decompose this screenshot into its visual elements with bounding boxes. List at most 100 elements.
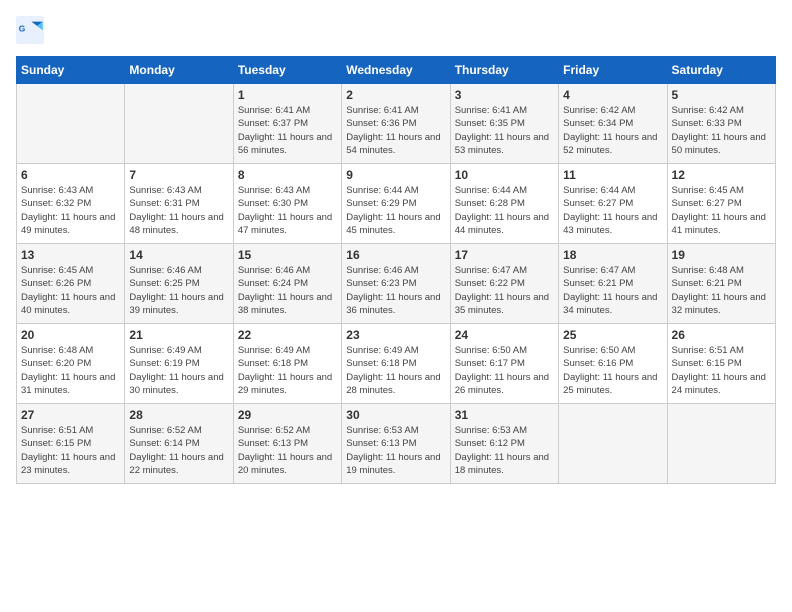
calendar-cell: 8 Sunrise: 6:43 AMSunset: 6:30 PMDaylight…	[233, 164, 341, 244]
day-number: 21	[129, 328, 228, 342]
cell-info: Sunrise: 6:46 AMSunset: 6:25 PMDaylight:…	[129, 264, 228, 317]
calendar-cell: 14 Sunrise: 6:46 AMSunset: 6:25 PMDayligh…	[125, 244, 233, 324]
calendar-cell: 6 Sunrise: 6:43 AMSunset: 6:32 PMDaylight…	[17, 164, 125, 244]
day-header-wednesday: Wednesday	[342, 57, 450, 84]
day-number: 29	[238, 408, 337, 422]
cell-info: Sunrise: 6:46 AMSunset: 6:24 PMDaylight:…	[238, 264, 337, 317]
day-number: 16	[346, 248, 445, 262]
cell-info: Sunrise: 6:50 AMSunset: 6:16 PMDaylight:…	[563, 344, 662, 397]
week-row-3: 13Sunrise: 6:45 AMSunset: 6:26 PMDayligh…	[17, 244, 776, 324]
calendar-cell: 7Sunrise: 6:43 AMSunset: 6:31 PMDaylight…	[125, 164, 233, 244]
day-number: 11	[563, 168, 662, 182]
cell-info: Sunrise: 6:42 AMSunset: 6:33 PMDaylight:…	[672, 104, 771, 157]
calendar-cell	[125, 84, 233, 164]
calendar-cell: 4 Sunrise: 6:42 AMSunset: 6:34 PMDaylight…	[559, 84, 667, 164]
cell-info: Sunrise: 6:49 AMSunset: 6:19 PMDaylight:…	[129, 344, 228, 397]
day-number: 4	[563, 88, 662, 102]
calendar-cell: 1Sunrise: 6:41 AMSunset: 6:37 PMDaylight…	[233, 84, 341, 164]
week-row-1: 1Sunrise: 6:41 AMSunset: 6:37 PMDaylight…	[17, 84, 776, 164]
week-row-4: 20 Sunrise: 6:48 AMSunset: 6:20 PMDayligh…	[17, 324, 776, 404]
calendar-cell: 16 Sunrise: 6:46 AMSunset: 6:23 PMDayligh…	[342, 244, 450, 324]
day-header-sunday: Sunday	[17, 57, 125, 84]
calendar-cell: 28Sunrise: 6:52 AMSunset: 6:14 PMDayligh…	[125, 404, 233, 484]
day-number: 22	[238, 328, 337, 342]
calendar-cell: 27 Sunrise: 6:51 AMSunset: 6:15 PMDayligh…	[17, 404, 125, 484]
day-number: 30	[346, 408, 445, 422]
calendar-cell	[17, 84, 125, 164]
cell-info: Sunrise: 6:43 AMSunset: 6:30 PMDaylight:…	[238, 184, 337, 237]
day-number: 24	[455, 328, 554, 342]
day-number: 19	[672, 248, 771, 262]
cell-info: Sunrise: 6:45 AMSunset: 6:27 PMDaylight:…	[672, 184, 771, 237]
calendar-cell: 13Sunrise: 6:45 AMSunset: 6:26 PMDayligh…	[17, 244, 125, 324]
calendar-cell: 3Sunrise: 6:41 AMSunset: 6:35 PMDaylight…	[450, 84, 558, 164]
calendar-cell: 12 Sunrise: 6:45 AMSunset: 6:27 PMDayligh…	[667, 164, 775, 244]
day-number: 20	[21, 328, 120, 342]
day-number: 9	[346, 168, 445, 182]
calendar-cell	[559, 404, 667, 484]
week-row-5: 27 Sunrise: 6:51 AMSunset: 6:15 PMDayligh…	[17, 404, 776, 484]
cell-info: Sunrise: 6:44 AMSunset: 6:28 PMDaylight:…	[455, 184, 554, 237]
calendar-cell: 5 Sunrise: 6:42 AMSunset: 6:33 PMDaylight…	[667, 84, 775, 164]
calendar-cell: 15 Sunrise: 6:46 AMSunset: 6:24 PMDayligh…	[233, 244, 341, 324]
calendar-cell: 26 Sunrise: 6:51 AMSunset: 6:15 PMDayligh…	[667, 324, 775, 404]
cell-info: Sunrise: 6:53 AMSunset: 6:12 PMDaylight:…	[455, 424, 554, 477]
calendar-cell: 10 Sunrise: 6:44 AMSunset: 6:28 PMDayligh…	[450, 164, 558, 244]
day-number: 31	[455, 408, 554, 422]
cell-info: Sunrise: 6:48 AMSunset: 6:21 PMDaylight:…	[672, 264, 771, 317]
cell-info: Sunrise: 6:43 AMSunset: 6:32 PMDaylight:…	[21, 184, 120, 237]
svg-text:G: G	[19, 23, 26, 33]
day-number: 8	[238, 168, 337, 182]
cell-info: Sunrise: 6:53 AMSunset: 6:13 PMDaylight:…	[346, 424, 445, 477]
calendar-cell: 11Sunrise: 6:44 AMSunset: 6:27 PMDayligh…	[559, 164, 667, 244]
day-number: 14	[129, 248, 228, 262]
day-header-monday: Monday	[125, 57, 233, 84]
cell-info: Sunrise: 6:41 AMSunset: 6:36 PMDaylight:…	[346, 104, 445, 157]
days-header-row: SundayMondayTuesdayWednesdayThursdayFrid…	[17, 57, 776, 84]
calendar-cell: 19 Sunrise: 6:48 AMSunset: 6:21 PMDayligh…	[667, 244, 775, 324]
calendar-cell: 17Sunrise: 6:47 AMSunset: 6:22 PMDayligh…	[450, 244, 558, 324]
calendar-cell: 31 Sunrise: 6:53 AMSunset: 6:12 PMDayligh…	[450, 404, 558, 484]
day-number: 28	[129, 408, 228, 422]
cell-info: Sunrise: 6:49 AMSunset: 6:18 PMDaylight:…	[346, 344, 445, 397]
cell-info: Sunrise: 6:46 AMSunset: 6:23 PMDaylight:…	[346, 264, 445, 317]
day-header-tuesday: Tuesday	[233, 57, 341, 84]
day-number: 10	[455, 168, 554, 182]
day-number: 6	[21, 168, 120, 182]
calendar-cell: 29Sunrise: 6:52 AMSunset: 6:13 PMDayligh…	[233, 404, 341, 484]
calendar-cell	[667, 404, 775, 484]
calendar-cell: 9 Sunrise: 6:44 AMSunset: 6:29 PMDaylight…	[342, 164, 450, 244]
cell-info: Sunrise: 6:51 AMSunset: 6:15 PMDaylight:…	[21, 424, 120, 477]
calendar-cell: 21 Sunrise: 6:49 AMSunset: 6:19 PMDayligh…	[125, 324, 233, 404]
calendar-cell: 20 Sunrise: 6:48 AMSunset: 6:20 PMDayligh…	[17, 324, 125, 404]
calendar-table: SundayMondayTuesdayWednesdayThursdayFrid…	[16, 56, 776, 484]
calendar-cell: 2 Sunrise: 6:41 AMSunset: 6:36 PMDaylight…	[342, 84, 450, 164]
calendar-cell: 18Sunrise: 6:47 AMSunset: 6:21 PMDayligh…	[559, 244, 667, 324]
page-header: G	[16, 16, 776, 44]
cell-info: Sunrise: 6:51 AMSunset: 6:15 PMDaylight:…	[672, 344, 771, 397]
calendar-cell: 30 Sunrise: 6:53 AMSunset: 6:13 PMDayligh…	[342, 404, 450, 484]
day-number: 12	[672, 168, 771, 182]
day-number: 2	[346, 88, 445, 102]
cell-info: Sunrise: 6:41 AMSunset: 6:35 PMDaylight:…	[455, 104, 554, 157]
day-number: 23	[346, 328, 445, 342]
day-number: 5	[672, 88, 771, 102]
logo: G	[16, 16, 48, 44]
logo-icon: G	[16, 16, 44, 44]
day-number: 26	[672, 328, 771, 342]
calendar-cell: 23 Sunrise: 6:49 AMSunset: 6:18 PMDayligh…	[342, 324, 450, 404]
calendar-cell: 22 Sunrise: 6:49 AMSunset: 6:18 PMDayligh…	[233, 324, 341, 404]
day-number: 18	[563, 248, 662, 262]
cell-info: Sunrise: 6:48 AMSunset: 6:20 PMDaylight:…	[21, 344, 120, 397]
cell-info: Sunrise: 6:49 AMSunset: 6:18 PMDaylight:…	[238, 344, 337, 397]
day-number: 1	[238, 88, 337, 102]
week-row-2: 6 Sunrise: 6:43 AMSunset: 6:32 PMDaylight…	[17, 164, 776, 244]
day-number: 13	[21, 248, 120, 262]
day-number: 15	[238, 248, 337, 262]
cell-info: Sunrise: 6:43 AMSunset: 6:31 PMDaylight:…	[129, 184, 228, 237]
calendar-cell: 24 Sunrise: 6:50 AMSunset: 6:17 PMDayligh…	[450, 324, 558, 404]
cell-info: Sunrise: 6:44 AMSunset: 6:29 PMDaylight:…	[346, 184, 445, 237]
day-number: 27	[21, 408, 120, 422]
cell-info: Sunrise: 6:42 AMSunset: 6:34 PMDaylight:…	[563, 104, 662, 157]
cell-info: Sunrise: 6:50 AMSunset: 6:17 PMDaylight:…	[455, 344, 554, 397]
